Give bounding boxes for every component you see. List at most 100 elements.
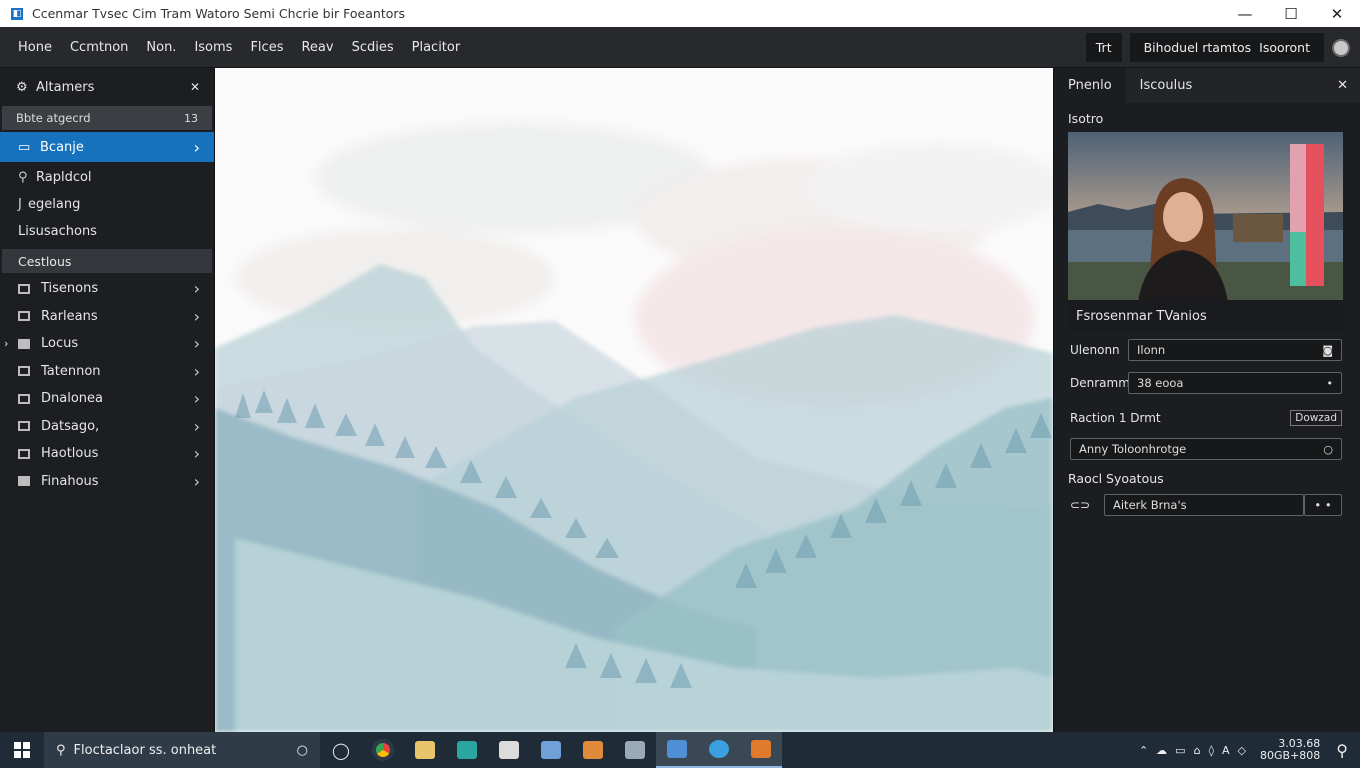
chevron-up-icon[interactable]: ⌃ (1139, 744, 1148, 757)
sidebar-item-list[interactable]: Lisusachons (0, 218, 214, 245)
sidebar-filter[interactable]: Bbte atgecrd 13 (2, 106, 212, 130)
cortana-icon[interactable]: ○ (297, 743, 308, 758)
taskbar: ⚲ Floctaclaor ss. onheat ○ ◯ ⌃ ☁ ▭ ⌂ ◊ A… (0, 732, 1360, 768)
sidebar-nav-item[interactable]: Tisenons › (0, 275, 214, 303)
minimize-button[interactable]: — (1222, 0, 1268, 27)
image-canvas[interactable] (215, 68, 1053, 732)
square-icon (18, 421, 30, 432)
chevron-right-icon: › (193, 279, 200, 299)
sidebar-item-active[interactable]: ▭ Bcanje › (0, 132, 214, 162)
folder-icon: ▭ (18, 139, 31, 155)
calendar-icon[interactable] (656, 732, 698, 768)
sidebar-nav-label: Dnalonea (41, 391, 103, 407)
search-icon: ⚲ (18, 170, 28, 185)
menu-item-scdies[interactable]: Scdies (343, 40, 403, 55)
cloud-icon[interactable]: ☁ (1156, 744, 1167, 757)
taskbar-search[interactable]: ⚲ Floctaclaor ss. onheat ○ (44, 732, 320, 768)
name-field[interactable]: Ilonn ◙ (1128, 339, 1342, 361)
notification-icon[interactable]: ◇ (1238, 744, 1246, 757)
tab-properties[interactable]: Pnenlo (1054, 68, 1126, 103)
chrome-icon[interactable] (362, 732, 404, 768)
file-explorer-icon[interactable] (404, 732, 446, 768)
sidebar-item-tag[interactable]: J egelang (0, 191, 214, 218)
battery-icon[interactable]: ▭ (1175, 744, 1185, 757)
mail-icon[interactable] (488, 732, 530, 768)
search-input[interactable]: Anny Toloonhrotge ○ (1070, 438, 1342, 460)
sidebar-nav-label: Datsago, (41, 418, 100, 434)
volume-icon[interactable]: ◊ (1209, 744, 1214, 757)
taskbar-search-text: Floctaclaor ss. onheat (73, 742, 217, 758)
sidebar-nav-item[interactable]: Finahous › (0, 468, 214, 496)
sidebar-nav-item[interactable]: Dnalonea › (0, 385, 214, 413)
menu-item-isoms[interactable]: Isoms (185, 40, 241, 55)
search-icon[interactable]: ⚲ (1336, 741, 1348, 760)
menu-item-home[interactable]: Hone (9, 40, 61, 55)
maximize-button[interactable]: ☐ (1268, 0, 1314, 27)
chevron-right-icon: › (193, 334, 200, 354)
square-icon (18, 283, 30, 294)
field-label: Denrammi (1070, 376, 1134, 390)
start-button[interactable] (0, 732, 44, 768)
editor-app-icon[interactable] (740, 732, 782, 768)
sidebar-item-label: Lisusachons (18, 224, 97, 239)
image-preview[interactable]: Fsrosenmar TVanios (1068, 132, 1343, 332)
network-icon[interactable]: ⌂ (1194, 744, 1201, 757)
avatar[interactable] (1332, 38, 1350, 57)
link-icon: ⊂⊃ (1070, 498, 1091, 512)
close-window-button[interactable]: ✕ (1314, 0, 1360, 27)
sidebar-filter-label: Bbte atgecrd (16, 111, 91, 125)
store-icon[interactable] (446, 732, 488, 768)
chevron-right-icon: › (193, 389, 200, 409)
author-row: ⊂⊃ Aiterk Brna's • • (1070, 493, 1342, 517)
account-button[interactable]: Bihoduel rtamtos Isooront (1129, 33, 1324, 62)
account-sublabel: Isooront (1259, 40, 1310, 55)
square-icon (18, 366, 30, 377)
dimension-select[interactable]: 38 eooa • (1128, 372, 1342, 394)
sidebar: ⚙ Altamers ✕ Bbte atgecrd 13 ▭ Bcanje › … (0, 68, 215, 732)
sidebar-nav-item[interactable]: › Locus › (0, 330, 214, 358)
menu-item-common[interactable]: Ccmtnon (61, 40, 137, 55)
sidebar-nav-label: Rarleans (41, 308, 98, 324)
square-icon (18, 393, 30, 404)
sidebar-nav-item[interactable]: Rarleans › (0, 303, 214, 331)
more-button[interactable]: • • (1304, 494, 1342, 516)
sidebar-nav-item[interactable]: Tatennon › (0, 358, 214, 386)
menu-item-reav[interactable]: Reav (292, 40, 342, 55)
square-icon (18, 338, 30, 349)
chevron-right-icon: › (193, 416, 200, 436)
edge-icon[interactable] (698, 732, 740, 768)
window-titlebar: ◧ Ccenmar Tvsec Cim Tram Watoro Semi Chc… (0, 0, 1360, 27)
download-button[interactable]: Dowzad (1290, 410, 1342, 426)
hook-icon: J (18, 197, 22, 212)
sidebar-nav-item[interactable]: Datsago, › (0, 413, 214, 441)
photos-icon[interactable] (530, 732, 572, 768)
sidebar-nav-item[interactable]: Haotlous › (0, 440, 214, 468)
sidebar-filter-count: 13 (184, 111, 198, 125)
name-field-value: Ilonn (1137, 343, 1166, 357)
square-icon (18, 448, 30, 459)
system-clock[interactable]: 3.03.68 80GB+808 (1260, 738, 1320, 762)
task-view-icon[interactable]: ◯ (320, 732, 362, 768)
menu-item-placitor[interactable]: Placitor (403, 40, 470, 55)
menu-text-button[interactable]: Trt (1085, 33, 1122, 62)
window-controls: — ☐ ✕ (1222, 0, 1360, 27)
chevron-right-icon: › (193, 444, 200, 464)
close-icon[interactable]: ✕ (1337, 78, 1348, 93)
menu-bar: Hone Ccmtnon Non. Isoms Flces Reav Scdie… (0, 27, 1360, 68)
language-icon[interactable]: A (1222, 744, 1230, 757)
close-icon[interactable]: ✕ (190, 80, 200, 94)
image-viewer-icon[interactable] (614, 732, 656, 768)
sidebar-nav-label: Haotlous (41, 446, 99, 462)
menu-item-files[interactable]: Flces (241, 40, 292, 55)
field-label: Ulenonn (1070, 343, 1120, 357)
sidebar-nav-label: Tatennon (41, 363, 101, 379)
author-input[interactable]: Aiterk Brna's (1104, 494, 1304, 516)
sidebar-item-search[interactable]: ⚲ Rapldcol (0, 164, 214, 191)
search-input-value: Anny Toloonhrotge (1079, 442, 1187, 456)
tab-secondary[interactable]: Iscoulus (1126, 68, 1207, 103)
preview-caption: Fsrosenmar TVanios (1068, 300, 1343, 332)
menu-item-non[interactable]: Non. (137, 40, 185, 55)
gear-icon: ⚙ (16, 79, 28, 95)
camera-icon[interactable]: ◙ (1322, 344, 1333, 357)
paint-icon[interactable] (572, 732, 614, 768)
